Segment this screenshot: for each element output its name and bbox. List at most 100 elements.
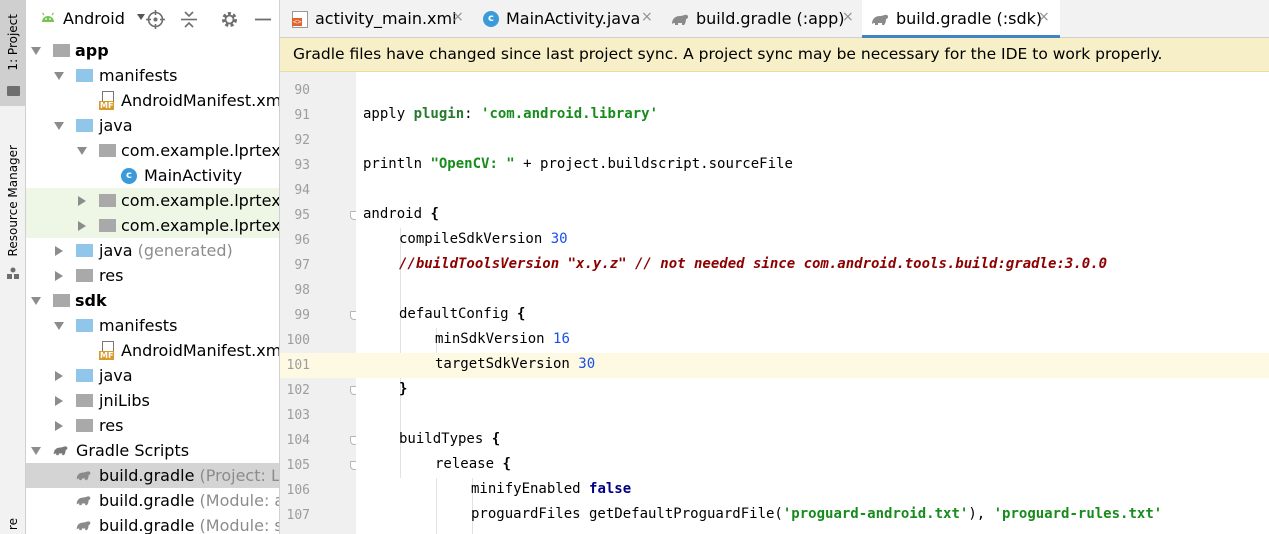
tree-item-build-gradle-sdk[interactable]: build.gradle (Module: sd bbox=[26, 513, 279, 534]
tree-item-label: manifests bbox=[99, 66, 178, 85]
close-icon[interactable]: × bbox=[842, 9, 854, 25]
tree-item-manifest-file[interactable]: MF AndroidManifest.xml bbox=[26, 88, 280, 113]
chevron-right-icon[interactable] bbox=[55, 245, 63, 256]
tree-item-build-gradle-project[interactable]: build.gradle (Project: LP bbox=[26, 463, 280, 488]
tab-mainactivity-java[interactable]: c MainActivity.java × bbox=[473, 0, 662, 38]
tree-item-package[interactable]: com.example.lprtext bbox=[26, 188, 279, 213]
gradle-file-icon bbox=[672, 14, 689, 25]
chevron-down-icon[interactable] bbox=[31, 297, 41, 305]
gradle-file-icon bbox=[872, 14, 889, 25]
view-mode-select[interactable]: Android bbox=[63, 9, 125, 28]
chevron-down-icon[interactable] bbox=[31, 47, 41, 55]
xml-file-icon: <> bbox=[292, 11, 308, 28]
folder-icon bbox=[76, 319, 93, 332]
resource-manager-tab[interactable]: Resource Manager bbox=[0, 136, 26, 281]
folder-icon bbox=[76, 369, 93, 382]
line-number: 100 bbox=[286, 333, 310, 348]
gear-icon[interactable] bbox=[220, 10, 239, 29]
tree-item-label: res bbox=[99, 416, 124, 435]
tree-item-res[interactable]: res bbox=[26, 413, 279, 438]
resource-manager-tab-label: Resource Manager bbox=[6, 144, 20, 257]
tree-item-package[interactable]: com.example.lprtext bbox=[26, 138, 280, 163]
tree-item-subtitle: (Project: LP bbox=[199, 466, 280, 485]
tab-build-gradle-app[interactable]: build.gradle (:app) × bbox=[662, 0, 862, 38]
line-number: 90 bbox=[294, 83, 310, 98]
minimize-icon[interactable] bbox=[254, 10, 272, 29]
chevron-down-icon[interactable] bbox=[77, 147, 87, 155]
gradle-file-icon bbox=[76, 471, 91, 481]
chevron-down-icon[interactable] bbox=[31, 447, 41, 455]
close-icon[interactable]: × bbox=[1038, 9, 1050, 25]
chevron-right-icon[interactable] bbox=[55, 370, 63, 381]
tree-item-app[interactable]: app bbox=[26, 38, 279, 63]
code-text: defaultConfig { bbox=[399, 306, 525, 322]
gradle-sync-banner: Gradle files have changed since last pro… bbox=[280, 38, 1269, 72]
code-token: 'com.android.library' bbox=[481, 106, 659, 122]
tree-item-build-gradle-app[interactable]: build.gradle (Module: ap bbox=[26, 488, 279, 513]
code-text: apply plugin: 'com.android.library' bbox=[363, 106, 658, 122]
bottom-tool-tab[interactable]: re bbox=[0, 515, 26, 534]
line-number: 95 bbox=[294, 208, 310, 223]
tree-item-label: com.example.lprtext bbox=[121, 141, 280, 160]
tree-item-label: manifests bbox=[99, 316, 178, 335]
gutter-line: 100 bbox=[280, 328, 356, 353]
code-token: apply bbox=[363, 106, 414, 122]
tree-item-name: java bbox=[99, 241, 133, 260]
line-number: 103 bbox=[286, 408, 310, 423]
res-folder-icon bbox=[76, 419, 93, 432]
line-number: 101 bbox=[286, 358, 310, 373]
gutter-line: 103 bbox=[280, 403, 356, 428]
tab-activity-main-xml[interactable]: <> activity_main.xml × bbox=[280, 0, 473, 38]
line-number: 105 bbox=[286, 458, 310, 473]
project-tool-tab[interactable]: 1: Project bbox=[0, 0, 26, 106]
tree-item-label: AndroidManifest.xml bbox=[121, 91, 280, 110]
tab-label: build.gradle (:sdk) bbox=[896, 9, 1043, 28]
tree-item-gradle-scripts[interactable]: Gradle Scripts bbox=[26, 438, 279, 463]
tree-item-res[interactable]: res bbox=[26, 263, 279, 288]
tab-build-gradle-sdk[interactable]: build.gradle (:sdk) × bbox=[862, 0, 1060, 38]
code-editor[interactable]: apply plugin: 'com.android.library' prin… bbox=[356, 72, 1269, 534]
resource-manager-icon bbox=[7, 267, 19, 279]
locate-icon[interactable] bbox=[146, 10, 165, 29]
chevron-right-icon[interactable] bbox=[55, 270, 63, 281]
tree-item-subtitle: (Module: sd bbox=[199, 516, 279, 534]
code-token: buildTypes bbox=[399, 431, 492, 447]
chevron-right-icon[interactable] bbox=[78, 220, 86, 231]
code-token: compileSdkVersion bbox=[399, 231, 551, 247]
project-panel: Android app manifests MF AndroidManifest… bbox=[26, 0, 280, 534]
tree-item-package[interactable]: com.example.lprtext bbox=[26, 213, 279, 238]
project-panel-header: Android bbox=[26, 0, 279, 38]
class-icon: c bbox=[483, 11, 499, 27]
chevron-down-icon[interactable] bbox=[137, 14, 145, 20]
tree-item-java[interactable]: java bbox=[26, 113, 279, 138]
close-icon[interactable]: × bbox=[452, 9, 464, 25]
code-token: proguardFiles getDefaultProguardFile( bbox=[471, 506, 783, 522]
line-number: 102 bbox=[286, 383, 310, 398]
tree-item-manifest-file[interactable]: MF AndroidManifest.xml bbox=[26, 338, 279, 363]
chevron-right-icon[interactable] bbox=[55, 395, 63, 406]
gradle-file-icon bbox=[76, 521, 91, 531]
tree-item-java[interactable]: java bbox=[26, 363, 279, 388]
tree-item-jnilibs[interactable]: jniLibs bbox=[26, 388, 279, 413]
code-token: ), bbox=[968, 506, 994, 522]
chevron-down-icon[interactable] bbox=[54, 322, 64, 330]
code-token: 16 bbox=[553, 331, 570, 347]
tree-item-mainactivity[interactable]: c MainActivity bbox=[26, 163, 279, 188]
tree-item-manifests[interactable]: manifests bbox=[26, 313, 279, 338]
chevron-down-icon[interactable] bbox=[54, 72, 64, 80]
code-line-current: targetSdkVersion 30 bbox=[356, 353, 1269, 378]
tree-item-sdk[interactable]: sdk bbox=[26, 288, 279, 313]
code-line: println "OpenCV: " + project.buildscript… bbox=[356, 153, 1269, 178]
collapse-all-icon[interactable] bbox=[180, 10, 198, 29]
tree-item-label: MainActivity bbox=[144, 166, 243, 185]
close-icon[interactable]: × bbox=[641, 9, 653, 25]
chevron-right-icon[interactable] bbox=[78, 195, 86, 206]
banner-message: Gradle files have changed since last pro… bbox=[293, 45, 1163, 63]
code-token: println bbox=[363, 156, 431, 172]
tree-item-manifests[interactable]: manifests bbox=[26, 63, 279, 88]
manifest-file-icon: MF bbox=[99, 341, 116, 360]
chevron-right-icon[interactable] bbox=[55, 420, 63, 431]
chevron-down-icon[interactable] bbox=[54, 122, 64, 130]
gutter-line: 104 bbox=[280, 428, 359, 453]
tree-item-java-generated[interactable]: java (generated) bbox=[26, 238, 279, 263]
